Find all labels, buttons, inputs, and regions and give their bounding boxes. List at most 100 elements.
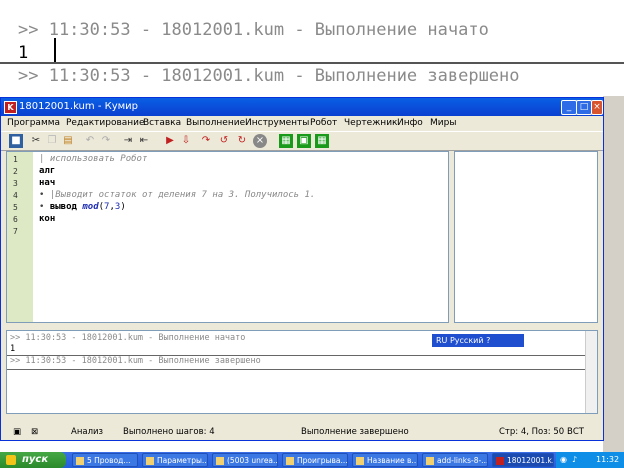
keyword-output: вывод: [49, 202, 77, 212]
cursor-position: Стр: 4, Поз: 50: [499, 427, 565, 437]
menu-bar: Программа Редактирование Вставка Выполне…: [1, 116, 603, 131]
taskbar-item-document[interactable]: Название в...: [352, 453, 418, 467]
draw-view-icon[interactable]: ▦: [315, 134, 329, 148]
task-label: 5 Провод...: [87, 456, 131, 465]
title-bar[interactable]: K 18012001.kum - Кумир _ □ ×: [1, 98, 603, 116]
robot-view-icon[interactable]: ▣: [297, 134, 311, 148]
run-icon[interactable]: ▶: [163, 134, 177, 148]
taskbar-item-kumir[interactable]: 18012001.k...: [492, 453, 554, 467]
output-line-start: >> 11:30:53 - 18012001.kum - Выполнение …: [10, 333, 246, 343]
volume-icon[interactable]: ♪: [572, 452, 577, 468]
line-number: 6: [13, 215, 18, 224]
close-status-icon[interactable]: ⊠: [31, 427, 38, 437]
step-into-icon[interactable]: ⇩: [179, 134, 193, 148]
task-label: Проигрыва...: [297, 456, 348, 465]
paren-close: ): [120, 202, 126, 212]
restart-icon[interactable]: ↻: [235, 134, 249, 148]
undo-icon[interactable]: ↶: [83, 134, 97, 148]
analysis-label: Анализ: [71, 427, 104, 437]
menu-tools[interactable]: Инструменты: [245, 118, 309, 128]
zoom-divider: [0, 62, 624, 64]
browser-icon: [216, 457, 224, 465]
document-icon: [426, 457, 434, 465]
step-over-icon[interactable]: ↷: [199, 134, 213, 148]
side-panel[interactable]: [454, 151, 598, 323]
line-number: 1: [13, 155, 18, 164]
window-icon: [146, 457, 154, 465]
bullet-marker: •: [39, 190, 50, 200]
line-number: 5: [13, 203, 18, 212]
task-label: (5003 unrea...: [227, 456, 278, 465]
line-number: 4: [13, 191, 18, 200]
menu-run[interactable]: Выполнение: [186, 118, 245, 128]
kumir-icon: [496, 457, 504, 465]
menu-drawer[interactable]: Чертежник: [344, 118, 397, 128]
grid-view-icon[interactable]: ▦: [279, 134, 293, 148]
indent-icon[interactable]: ⇥: [121, 134, 135, 148]
window-title: 18012001.kum - Кумир: [19, 101, 139, 112]
taskbar-item-browser[interactable]: (5003 unrea...: [212, 453, 278, 467]
code-editor[interactable]: 1 2 3 4 5 6 7 | использовать Робот алг н…: [6, 151, 449, 323]
system-tray: ◉ ♪ 11:32: [556, 452, 624, 468]
task-label: 18012001.k...: [507, 456, 554, 465]
cut-icon[interactable]: ✂: [29, 134, 43, 148]
output-line-end: >> 11:30:53 - 18012001.kum - Выполнение …: [10, 356, 261, 366]
redo-icon[interactable]: ↷: [99, 134, 113, 148]
paste-icon[interactable]: ▤: [61, 134, 75, 148]
line-number-gutter: 1 2 3 4 5 6 7: [7, 152, 33, 322]
clock[interactable]: 11:32: [596, 452, 619, 468]
taskbar-item-links[interactable]: add-links-8-...: [422, 453, 488, 467]
network-icon[interactable]: ◉: [560, 452, 567, 468]
menu-program[interactable]: Программа: [7, 118, 60, 128]
menu-info[interactable]: Инфо: [397, 118, 423, 128]
minimize-button[interactable]: _: [561, 100, 577, 115]
bullet-marker: •: [39, 202, 50, 212]
output-divider: [7, 369, 585, 370]
task-label: Параметры...: [157, 456, 208, 465]
output-line-result: 1: [10, 344, 16, 354]
code-line-2: алг: [39, 166, 56, 176]
line-number: 3: [13, 179, 18, 188]
code-line-5: • вывод mod(7,3): [39, 202, 126, 212]
zoom-line-result: 1: [18, 43, 29, 63]
outdent-icon[interactable]: ⇤: [137, 134, 151, 148]
code-comment: |Выводит остаток от деления 7 на 3. Полу…: [49, 190, 316, 200]
toolbar: ■ ✂ ❐ ▤ ↶ ↷ ⇥ ⇤ ▶ ⇩ ↷ ↺ ↻ × ▦ ▣ ▦: [1, 131, 603, 151]
function-mod: mod: [82, 202, 99, 212]
code-line-6: кон: [39, 214, 56, 224]
maximize-button[interactable]: □: [576, 100, 592, 115]
stop-icon[interactable]: ×: [253, 134, 267, 148]
code-line-3: нач: [39, 178, 56, 188]
taskbar-item-player[interactable]: Проигрыва...: [282, 453, 348, 467]
taskbar-item-explorer[interactable]: 5 Провод...: [72, 453, 138, 467]
desktop-background: [603, 96, 624, 452]
status-bar: ▣ ⊠ Анализ Выполнено шагов: 4 Выполнение…: [1, 424, 603, 440]
player-icon: [286, 457, 294, 465]
help-icon[interactable]: ?: [486, 336, 490, 345]
code-line-4: • |Выводит остаток от деления 7 на 3. По…: [39, 190, 315, 200]
task-label: add-links-8-...: [437, 456, 488, 465]
start-button[interactable]: пуск: [0, 452, 66, 468]
run-state: Выполнение завершено: [301, 427, 409, 437]
menu-edit[interactable]: Редактирование: [66, 118, 145, 128]
save-status-icon[interactable]: ▣: [13, 427, 21, 437]
windows-logo-icon: [6, 455, 16, 465]
step-out-icon[interactable]: ↺: [217, 134, 231, 148]
taskbar-item-settings[interactable]: Параметры...: [142, 453, 208, 467]
menu-insert[interactable]: Вставка: [143, 118, 181, 128]
start-label: пуск: [22, 454, 49, 465]
app-icon[interactable]: K: [4, 101, 17, 114]
document-icon: [356, 457, 364, 465]
close-button[interactable]: ×: [591, 100, 603, 115]
save-icon[interactable]: ■: [9, 134, 23, 148]
zoom-line-end: >> 11:30:53 - 18012001.kum - Выполнение …: [18, 66, 520, 86]
output-scrollbar[interactable]: [585, 331, 597, 413]
menu-robot[interactable]: Робот: [310, 118, 337, 128]
folder-icon: [76, 457, 84, 465]
copy-icon[interactable]: ❐: [45, 134, 59, 148]
steps-count: Выполнено шагов: 4: [123, 427, 215, 437]
language-bar[interactable]: RU Русский ?: [432, 334, 524, 347]
language-label: RU Русский: [436, 336, 484, 345]
zoomed-console: >> 11:30:53 - 18012001.kum - Выполнение …: [0, 0, 624, 96]
menu-worlds[interactable]: Миры: [430, 118, 456, 128]
